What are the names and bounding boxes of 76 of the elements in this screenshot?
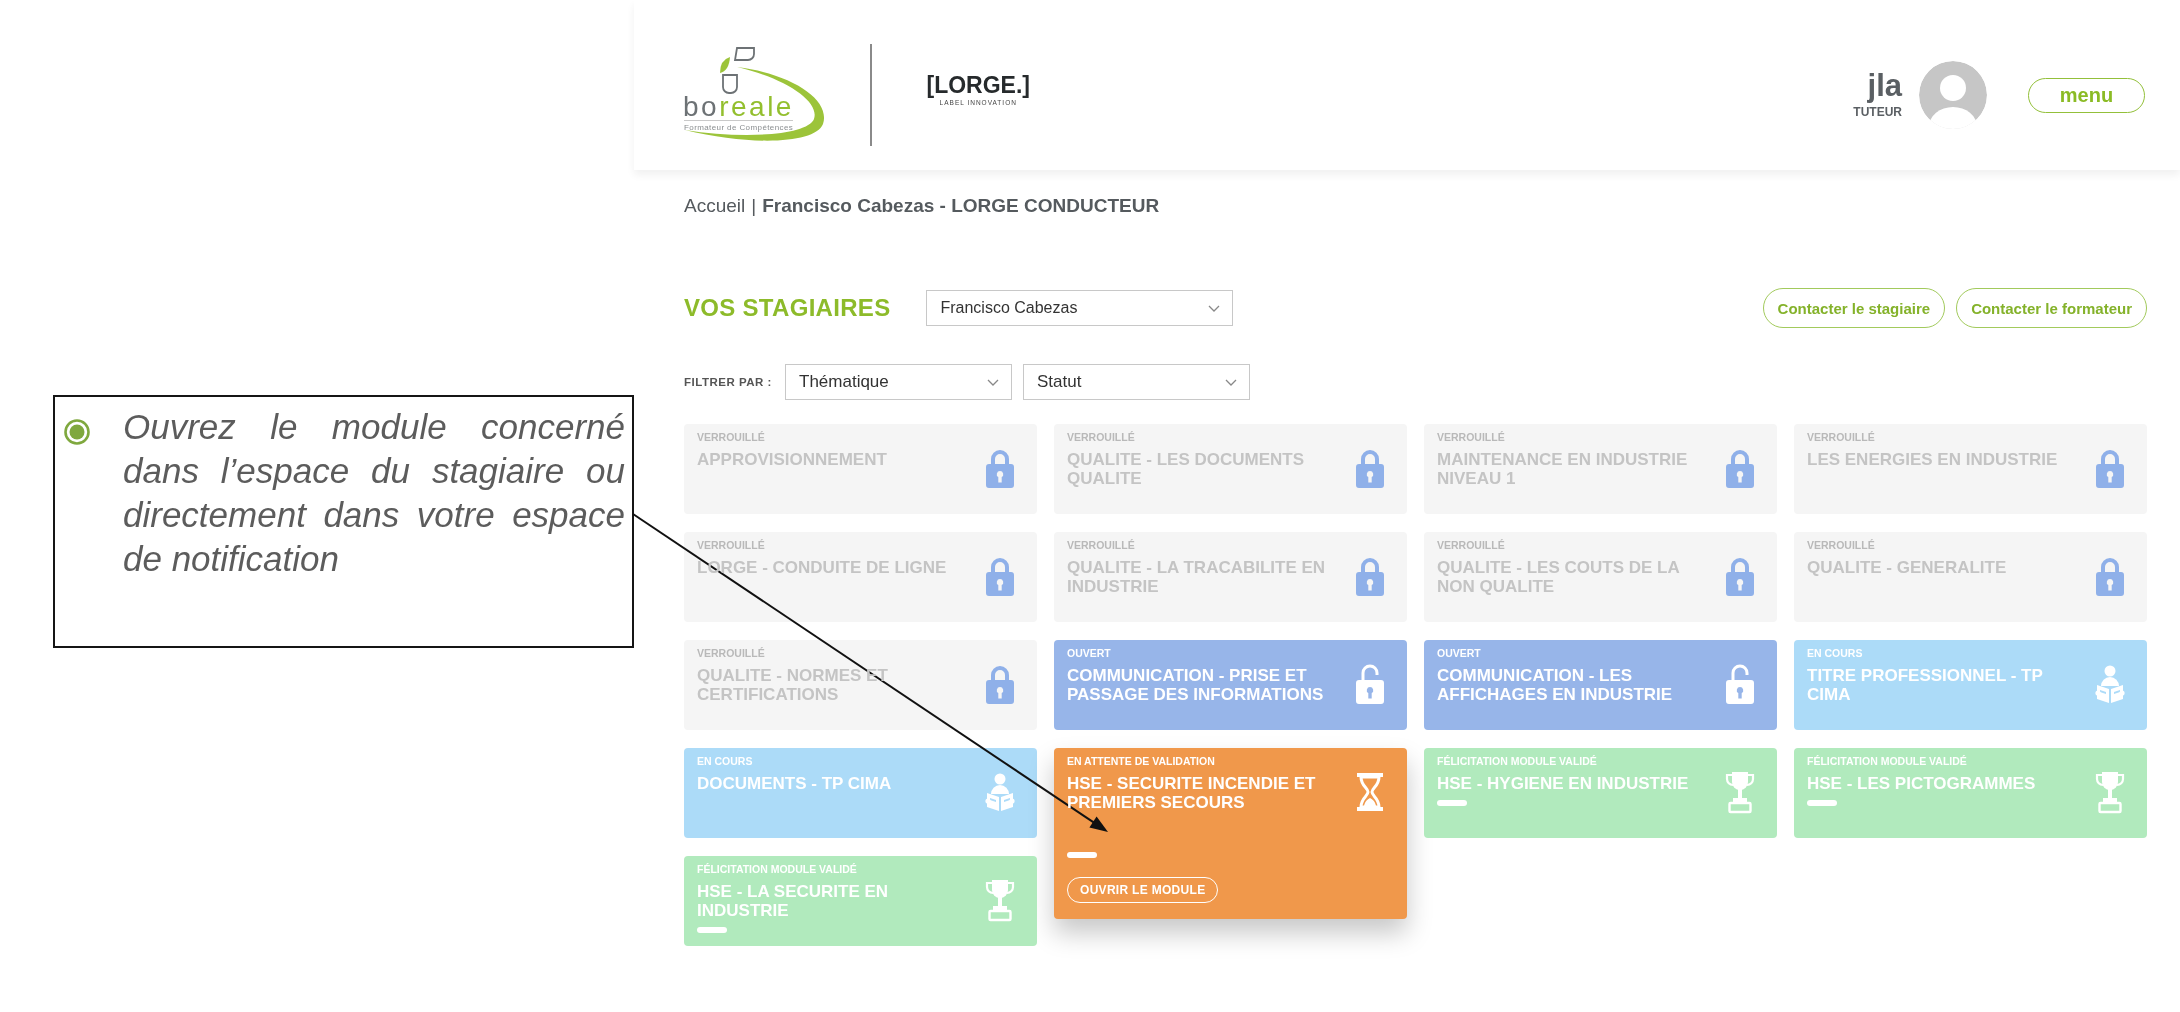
breadcrumb-link[interactable]: Accueil [684, 195, 746, 217]
lock-icon [2095, 556, 2125, 596]
card-title: COMMUNICATION - LES AFFICHAGES EN INDUSTRIE [1437, 666, 1674, 704]
module-card[interactable]: EN COURS TITRE PROFESSIONNEL - TP CIMA [1794, 640, 2147, 730]
card-title: COMMUNICATION - PRISE ET PASSAGE DES INFORMATIONS [1067, 666, 1325, 704]
card-status: FÉLICITATION MODULE VALIDÉ [1437, 754, 1597, 768]
trophy-icon [1725, 770, 1755, 814]
card-title: DOCUMENTS - TP CIMA [697, 774, 892, 793]
trainee-select[interactable]: Francisco Cabezas [926, 290, 1234, 326]
brand-tagline: Formateur de Compétences [684, 120, 794, 133]
avatar-icon[interactable] [1919, 61, 1987, 129]
contact-button[interactable]: Contacter le stagiaire [1762, 288, 1946, 328]
contact-button[interactable]: Contacter le formateur [1956, 288, 2147, 328]
card-title: TITRE PROFESSIONNEL - TP CIMA [1807, 666, 2044, 704]
lock-icon [1725, 448, 1755, 488]
lock-icon [2095, 448, 2125, 488]
user-name: jla [1867, 70, 1902, 102]
card-status: FÉLICITATION MODULE VALIDÉ [697, 862, 857, 876]
chevron-icon [1225, 378, 1237, 386]
status-dash [1807, 800, 1837, 806]
status-dash [1437, 800, 1467, 806]
reading-person-icon [2095, 664, 2125, 704]
card-status: FÉLICITATION MODULE VALIDÉ [1807, 754, 1967, 768]
breadcrumb-separator: | [751, 195, 757, 217]
card-status: VERROUILLÉ [1437, 538, 1505, 552]
partner-name: [LORGE.] [926, 71, 1030, 98]
module-card[interactable]: FÉLICITATION MODULE VALIDÉ HSE - LES PICTOGRAMMES [1794, 748, 2147, 838]
status-dash [697, 927, 727, 933]
module-card[interactable]: EN ATTENTE DE VALIDATION HSE - SECURITE INCENDIE ET PREMIERS SECOURS OUVRIR LE MODULE [1054, 748, 1407, 919]
card-status: VERROUILLÉ [1067, 430, 1135, 444]
filter-select[interactable]: Statut [1023, 364, 1250, 400]
chevron-icon [1208, 304, 1221, 312]
card-status: EN COURS [697, 754, 753, 768]
card-status: VERROUILLÉ [1067, 538, 1135, 552]
card-status: VERROUILLÉ [697, 538, 765, 552]
card-title: HSE - HYGIENE EN INDUSTRIE [1437, 774, 1689, 793]
lock-icon [1355, 448, 1385, 488]
card-status: VERROUILLÉ [697, 430, 765, 444]
module-card[interactable]: FÉLICITATION MODULE VALIDÉ HSE - LA SECURITE EN INDUSTRIE [684, 856, 1037, 946]
card-title: HSE - SECURITE INCENDIE ET PREMIERS SECOURS [1067, 774, 1317, 812]
card-status: VERROUILLÉ [697, 646, 765, 660]
filter-label: FILTRER PAR : [684, 376, 773, 388]
card-status: VERROUILLÉ [1437, 430, 1505, 444]
card-title: HSE - LES PICTOGRAMMES [1807, 774, 2036, 793]
module-card[interactable]: OUVERT COMMUNICATION - LES AFFICHAGES EN INDUSTRIE [1424, 640, 1777, 730]
status-dash [1067, 852, 1097, 858]
brand-name: boreale [682, 94, 794, 120]
lock-icon [1355, 556, 1385, 596]
breadcrumb-current: Francisco Cabezas - LORGE CONDUCTEUR [762, 195, 1160, 217]
open-lock-icon [1725, 664, 1755, 704]
card-status: VERROUILLÉ [1807, 538, 1875, 552]
card-status: EN COURS [1807, 646, 1863, 660]
module-card[interactable]: FÉLICITATION MODULE VALIDÉ HSE - HYGIENE EN INDUSTRIE [1424, 748, 1777, 838]
card-status: OUVERT [1437, 646, 1481, 660]
card-status: EN ATTENTE DE VALIDATION [1067, 754, 1215, 768]
trophy-icon [2095, 770, 2125, 814]
chevron-icon [987, 378, 999, 386]
hourglass-icon [1355, 772, 1385, 812]
module-card[interactable]: EN COURS DOCUMENTS - TP CIMA [684, 748, 1037, 838]
lock-icon [985, 448, 1015, 488]
user-role: TUTEUR [1853, 104, 1902, 120]
trophy-icon [985, 878, 1015, 922]
section-title: VOS STAGIAIRES [684, 294, 891, 322]
menu-button[interactable]: menu [2028, 77, 2145, 113]
callout-text: Ouvrez le module concerné dans l’espace du stagiaire ou directement dans votre espace de notification [123, 406, 625, 580]
filter-select[interactable]: Thématique [785, 364, 1012, 400]
reading-person-icon [985, 772, 1015, 812]
card-status: VERROUILLÉ [1807, 430, 1875, 444]
card-title: HSE - LA SECURITE EN INDUSTRIE [697, 882, 890, 920]
open-lock-icon [1355, 664, 1385, 704]
lock-icon [985, 556, 1015, 596]
card-status: OUVERT [1067, 646, 1111, 660]
module-card[interactable]: OUVERT COMMUNICATION - PRISE ET PASSAGE DES INFORMATIONS [1054, 640, 1407, 730]
lock-icon [985, 664, 1015, 704]
lock-icon [1725, 556, 1755, 596]
bullet-icon [64, 419, 90, 445]
